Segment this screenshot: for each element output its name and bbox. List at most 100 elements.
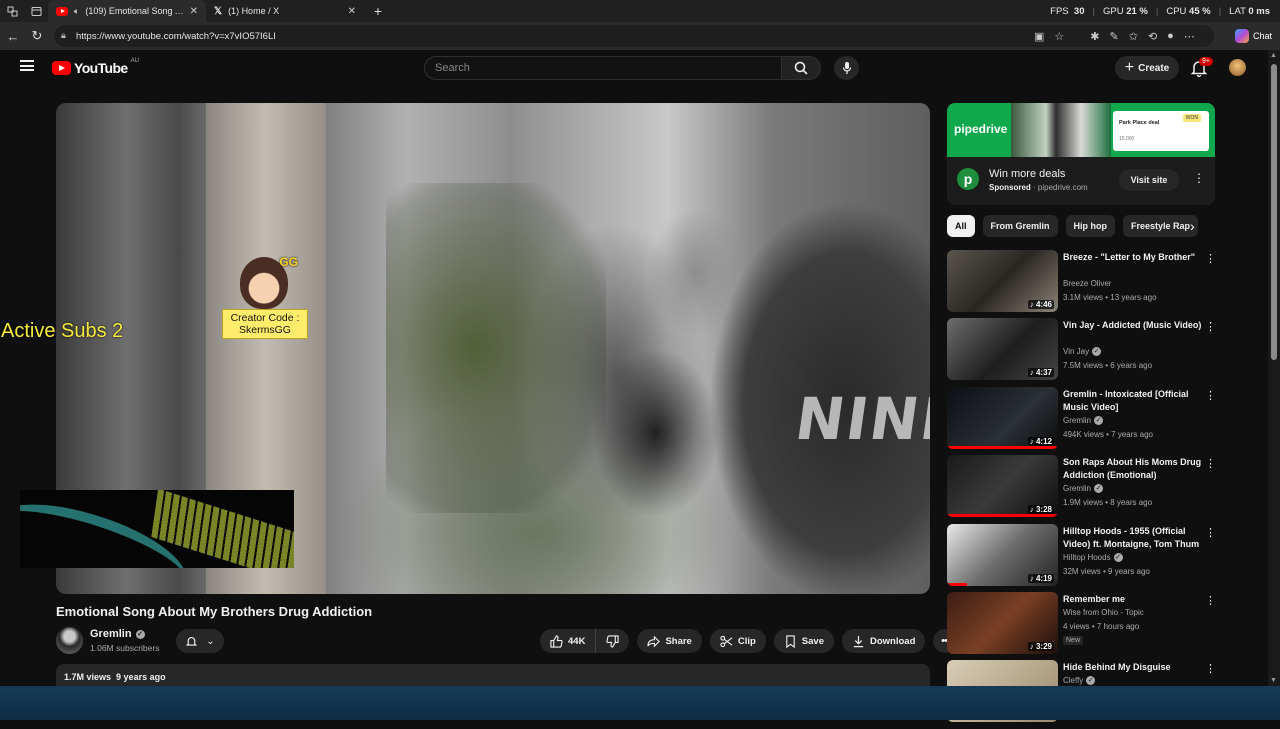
speaker-icon[interactable]: 🔈︎: [74, 6, 79, 17]
recommended-video-title[interactable]: Vin Jay - Addicted (Music Video): [1063, 319, 1205, 332]
recommended-video[interactable]: ♪ 4:46 Breeze - "Letter to My Brother" Bre…: [947, 250, 1217, 318]
visit-site-button[interactable]: Visit site: [1119, 169, 1179, 191]
video-menu-icon[interactable]: ⋮: [1205, 389, 1216, 402]
upload-age: 9 years ago: [116, 672, 166, 682]
browser-tab-x[interactable]: 𝕏 (1) Home / X ✕: [206, 0, 364, 22]
fps-stat: FPS 30: [1050, 5, 1085, 17]
create-button[interactable]: + Create: [1115, 56, 1179, 80]
dislike-button[interactable]: [596, 629, 629, 653]
chat-label: Chat: [1252, 31, 1272, 41]
ad-menu-icon[interactable]: ⋮: [1193, 171, 1205, 185]
chip-freestyle-rap[interactable]: Freestyle Rap: [1123, 215, 1199, 237]
recommended-video-title[interactable]: Son Raps About His Moms Drug Addiction (…: [1063, 456, 1205, 482]
youtube-logo[interactable]: YouTube AU: [52, 58, 139, 76]
recommended-channel[interactable]: Wise from Ohio - Topic: [1063, 608, 1144, 617]
more-icon[interactable]: ⋯: [1184, 30, 1195, 43]
chevron-down-icon: ⌄: [206, 635, 215, 647]
menu-icon[interactable]: [20, 60, 34, 71]
video-menu-icon[interactable]: ⋮: [1205, 320, 1216, 333]
extensions-icon[interactable]: ✱: [1090, 30, 1099, 43]
channel-avatar[interactable]: [56, 627, 83, 654]
video-menu-icon[interactable]: ⋮: [1205, 594, 1216, 607]
sponsored-ad[interactable]: pipedrive WON Park Place deal 15,000 p W…: [947, 103, 1215, 205]
recommended-video-title[interactable]: Breeze - "Letter to My Brother": [1063, 251, 1205, 264]
close-tab-icon[interactable]: ✕: [190, 6, 198, 17]
recommended-channel[interactable]: Gremlin ✓: [1063, 484, 1104, 494]
browser-tab-youtube[interactable]: 🔈︎ (109) Emotional Song About ✕: [48, 0, 206, 22]
recommended-video[interactable]: ♪ 4:37 Vin Jay - Addicted (Music Video) Vi…: [947, 318, 1217, 386]
page-scrollbar[interactable]: ▲ ▼: [1268, 50, 1280, 686]
clip-button[interactable]: Clip: [709, 629, 766, 653]
recommended-video[interactable]: ♪ 3:29 Remember me Wise from Ohio - Topic 4…: [947, 591, 1217, 660]
scrollbar-thumb[interactable]: [1271, 64, 1277, 360]
recommended-video-title[interactable]: Gremlin - Intoxicated [Official Music Vi…: [1063, 388, 1205, 414]
app-available-icon[interactable]: ▣: [1034, 30, 1044, 43]
lat-stat: LAT 0 ms: [1229, 5, 1270, 17]
video-thumbnail[interactable]: ♪ 3:29: [947, 591, 1058, 654]
video-actions: 44K Share Clip Save Download •••: [540, 629, 958, 653]
video-menu-icon[interactable]: ⋮: [1205, 662, 1216, 675]
chip-from-gremlin[interactable]: From Gremlin: [982, 215, 1058, 237]
recommended-channel[interactable]: Gremlin ✓: [1063, 415, 1104, 425]
subscriber-count: 1.06M subscribers: [90, 643, 160, 653]
new-tab-button[interactable]: +: [368, 3, 388, 19]
recommended-channel[interactable]: Cleffy ✓: [1063, 676, 1096, 686]
close-tab-icon[interactable]: ✕: [348, 6, 356, 17]
description-box[interactable]: 1.7M views 9 years ago: [56, 664, 930, 688]
ad-banner[interactable]: pipedrive WON Park Place deal 15,000: [947, 103, 1215, 157]
like-button[interactable]: 44K: [540, 629, 597, 653]
video-thumbnail[interactable]: ♪ 4:37: [947, 318, 1058, 381]
ad-title[interactable]: Win more deals: [989, 168, 1065, 180]
thumbs-down-icon: [606, 634, 620, 648]
account-avatar[interactable]: [1229, 59, 1246, 76]
video-menu-icon[interactable]: ⋮: [1205, 252, 1216, 265]
video-thumbnail[interactable]: ♪ 4:46: [947, 250, 1058, 312]
back-icon[interactable]: ←: [1, 22, 25, 50]
tab-title: (109) Emotional Song About: [85, 6, 186, 16]
recommended-channel[interactable]: Vin Jay ✓: [1063, 347, 1102, 357]
view-count: 1.7M views: [64, 672, 112, 682]
save-label: Save: [801, 635, 824, 647]
video-menu-icon[interactable]: ⋮: [1205, 526, 1216, 539]
ad-brand: pipedrive: [954, 122, 1008, 136]
chevron-right-icon[interactable]: ›: [1190, 218, 1195, 234]
recommended-video-title[interactable]: Remember me: [1063, 593, 1205, 606]
recommended-channel[interactable]: Hilltop Hoods ✓: [1063, 552, 1123, 562]
recommended-video[interactable]: ♪ 4:12 Gremlin - Intoxicated [Official Mu…: [947, 386, 1217, 455]
download-button[interactable]: Download: [841, 629, 926, 653]
channel-name[interactable]: Gremlin ✓: [90, 628, 145, 640]
recommended-video-title[interactable]: Hide Behind My Disguise: [1063, 661, 1205, 674]
workspaces-icon[interactable]: [0, 0, 24, 22]
recommended-video[interactable]: ♪ 3:28 Son Raps About His Moms Drug Addic…: [947, 455, 1217, 523]
scroll-down-arrow-icon[interactable]: ▼: [1270, 677, 1277, 684]
video-thumbnail[interactable]: ♪ 4:12: [947, 386, 1058, 449]
save-button[interactable]: Save: [773, 629, 834, 653]
search-input[interactable]: Search: [424, 56, 782, 80]
refresh-icon[interactable]: ↻: [25, 22, 49, 50]
eyedropper-icon[interactable]: ✎: [1110, 30, 1119, 43]
recommended-video-title[interactable]: Hilltop Hoods - 1955 (Official Video) ft…: [1063, 525, 1205, 551]
subscription-bell-button[interactable]: ⌄: [176, 629, 224, 653]
youtube-header: YouTube AU Search + Create 9+: [0, 50, 1268, 86]
clip-label: Clip: [737, 635, 756, 647]
video-thumbnail[interactable]: ♪ 4:19: [947, 523, 1058, 586]
tab-title: (1) Home / X: [228, 6, 280, 16]
favorite-star-icon[interactable]: ☆: [1054, 30, 1064, 43]
copilot-chat-button[interactable]: Chat: [1234, 25, 1272, 47]
video-menu-icon[interactable]: ⋮: [1205, 457, 1216, 470]
video-thumbnail[interactable]: ♪ 3:28: [947, 455, 1058, 518]
recommended-channel[interactable]: Breeze Oliver: [1063, 279, 1111, 288]
chip-all[interactable]: All: [947, 215, 975, 237]
tab-actions-icon[interactable]: [24, 0, 48, 22]
performance-overlay: FPS 30 | GPU 21 % | CPU 45 % | LAT 0 ms: [1050, 5, 1270, 17]
favorites-icon[interactable]: ✩: [1129, 30, 1138, 43]
scroll-up-arrow-icon[interactable]: ▲: [1270, 52, 1277, 59]
search-button[interactable]: [781, 56, 821, 80]
history-icon[interactable]: ⟲: [1148, 30, 1157, 43]
chip-hip-hop[interactable]: Hip hop: [1065, 215, 1116, 237]
address-bar-actions: ▣ ☆ ✱ ✎ ✩ ⟲ ● ⋯: [1034, 25, 1195, 47]
profile-icon[interactable]: ●: [1167, 30, 1174, 42]
voice-search-button[interactable]: [834, 56, 859, 80]
recommended-video[interactable]: ♪ 4:19 Hilltop Hoods - 1955 (Official Vid…: [947, 523, 1217, 592]
share-button[interactable]: Share: [637, 629, 702, 653]
